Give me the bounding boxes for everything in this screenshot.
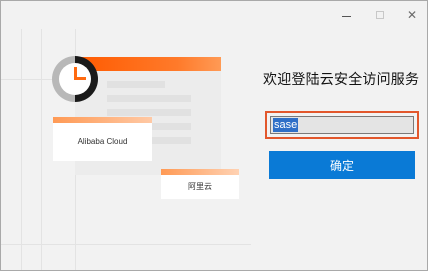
tile-stripe <box>161 169 239 175</box>
minimize-button[interactable] <box>329 1 363 29</box>
grid-line <box>41 29 42 270</box>
tile-label: Alibaba Cloud <box>77 136 128 146</box>
app-window: ✕ Alibaba Cloud 阿里云 欢迎登陆云安全访问服务 sase 确定 <box>0 0 428 271</box>
card-line <box>107 109 191 116</box>
illustration: Alibaba Cloud 阿里云 <box>1 1 251 270</box>
tile-stripe <box>53 117 152 123</box>
close-button[interactable]: ✕ <box>395 1 427 29</box>
aliyun-tile: 阿里云 <box>161 169 239 199</box>
alibaba-cloud-tile: Alibaba Cloud <box>53 117 152 161</box>
card-line <box>107 95 191 102</box>
card-header-bar <box>75 57 221 71</box>
minimize-icon <box>341 15 351 17</box>
maximize-icon <box>376 11 384 19</box>
page-title: 欢迎登陆云安全访问服务 <box>263 72 420 88</box>
grid-line <box>21 29 22 270</box>
confirm-button[interactable]: 确定 <box>269 151 415 179</box>
close-icon: ✕ <box>406 8 418 22</box>
input-highlight: sase <box>265 111 419 139</box>
grid-line <box>1 244 251 245</box>
input-field[interactable]: sase <box>270 116 414 134</box>
maximize-button <box>363 1 397 29</box>
input-value: sase <box>273 118 299 132</box>
card-line <box>107 81 165 88</box>
clock-hand <box>74 77 86 80</box>
tile-label: 阿里云 <box>188 182 212 191</box>
confirm-button-label: 确定 <box>329 158 354 173</box>
